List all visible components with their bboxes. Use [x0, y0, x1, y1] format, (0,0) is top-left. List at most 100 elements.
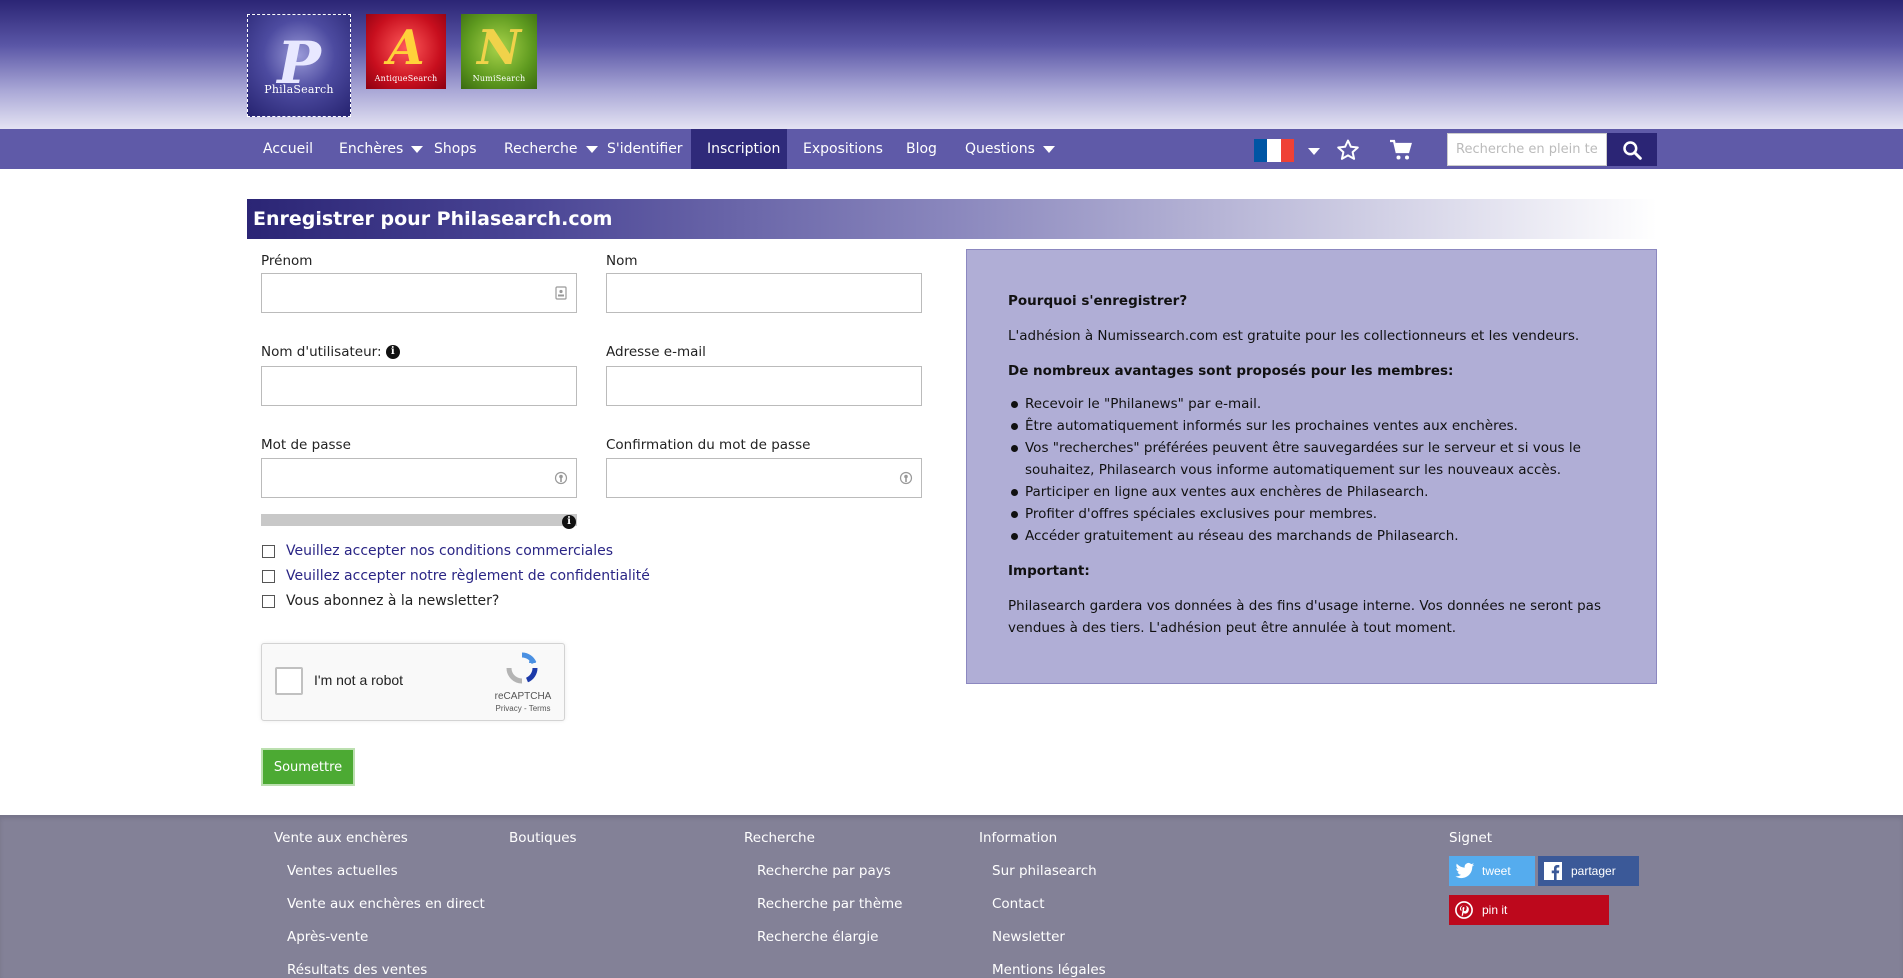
footer-heading-shops[interactable]: Boutiques [509, 830, 577, 863]
footer-link-legal[interactable]: Mentions légales [979, 962, 1106, 978]
info-icon[interactable]: i [385, 345, 400, 359]
footer-col-auctions: Vente aux enchères Ventes actuelles Vent… [274, 830, 485, 978]
nav-item-label: S'identifier [607, 141, 683, 157]
terms-link[interactable]: Veuillez accepter nos conditions commerc… [286, 543, 613, 559]
cart-icon[interactable] [1388, 138, 1414, 162]
numisearch-logo-text: NumiSearch [472, 74, 526, 83]
recaptcha-privacy-terms-links[interactable]: Privacy - Terms [490, 704, 556, 713]
nav-item-blog[interactable]: Blog [890, 129, 953, 169]
why-register-heading: Pourquoi s'enregistrer? [1008, 290, 1616, 312]
nav-item-inscription[interactable]: Inscription [691, 129, 787, 169]
antiquesearch-logo-text: AntiqueSearch [374, 74, 438, 83]
benefits-heading: De nombreux avantages sont proposés pour… [1008, 360, 1616, 382]
footer-link-after-sale[interactable]: Après-vente [274, 929, 485, 962]
footer-link-search-country[interactable]: Recherche par pays [744, 863, 903, 896]
terms-checkbox[interactable] [262, 545, 275, 558]
benefit-item: Vos "recherches" préférées peuvent être … [1008, 437, 1616, 481]
username-field[interactable] [261, 366, 577, 406]
email-field[interactable] [606, 366, 922, 406]
last-name-label: Nom [606, 253, 638, 269]
contact-card-icon [555, 286, 567, 300]
nav-item-label: Recherche [504, 141, 578, 157]
search-input[interactable] [1447, 133, 1607, 166]
submit-button[interactable]: Soumettre [261, 748, 355, 786]
nav-item-label: Questions [965, 141, 1035, 157]
numisearch-logo-glyph: N [477, 20, 521, 76]
email-label: Adresse e-mail [606, 344, 706, 360]
flag-stripe-white [1267, 139, 1281, 162]
nav-item-sidentifier[interactable]: S'identifier [591, 129, 699, 169]
important-heading: Important: [1008, 560, 1616, 582]
privacy-link[interactable]: Veuillez accepter notre règlement de con… [286, 568, 650, 584]
pinterest-label: pin it [1482, 903, 1508, 917]
footer-link-about[interactable]: Sur philasearch [979, 863, 1106, 896]
site-footer: Vente aux enchères Ventes actuelles Vent… [0, 815, 1903, 978]
benefit-item: Être automatiquement informés sur les pr… [1008, 415, 1616, 437]
language-chevron-down-icon[interactable] [1308, 148, 1320, 155]
footer-link-contact[interactable]: Contact [979, 896, 1106, 929]
footer-col-search: Recherche Recherche par pays Recherche p… [744, 830, 903, 962]
recaptcha-brand: reCAPTCHA [494, 691, 552, 702]
nav-item-shops[interactable]: Shops [418, 129, 493, 169]
nav-item-label: Inscription [707, 141, 781, 157]
password-strength-bar [261, 514, 577, 526]
password-strength-info-icon[interactable]: i [562, 515, 576, 529]
footer-col-shops: Boutiques [509, 830, 577, 863]
tweet-label: tweet [1482, 864, 1511, 878]
antiquesearch-logo[interactable]: A AntiqueSearch [366, 14, 446, 89]
recaptcha-logo-icon [506, 652, 538, 684]
membership-intro: L'adhésion à Numissearch.com est gratuit… [1008, 328, 1580, 344]
footer-link-newsletter[interactable]: Newsletter [979, 929, 1106, 962]
nav-item-accueil[interactable]: Accueil [247, 129, 329, 169]
facebook-share-label: partager [1571, 864, 1616, 878]
tweet-button[interactable]: tweet [1449, 856, 1535, 886]
footer-heading-information[interactable]: Information [979, 830, 1106, 863]
footer-heading-search[interactable]: Recherche [744, 830, 903, 863]
benefit-item: Recevoir le "Philanews" par e-mail. [1008, 393, 1616, 415]
antiquesearch-logo-glyph: A [387, 20, 425, 76]
search-icon [1623, 141, 1642, 160]
philasearch-logo[interactable]: P PhilaSearch [247, 14, 351, 117]
recaptcha-label: I'm not a robot [314, 672, 404, 688]
last-name-field[interactable] [606, 273, 922, 313]
password-field[interactable] [261, 458, 577, 498]
footer-link-current-auctions[interactable]: Ventes actuelles [274, 863, 485, 896]
site-header: P PhilaSearch A AntiqueSearch N NumiSear… [0, 0, 1903, 129]
benefits-list: Recevoir le "Philanews" par e-mail. Être… [1008, 393, 1616, 547]
key-icon [554, 471, 568, 485]
footer-link-search-advanced[interactable]: Recherche élargie [744, 929, 903, 962]
footer-heading-auctions[interactable]: Vente aux enchères [274, 830, 485, 863]
important-text: Philasearch gardera vos données à des fi… [1008, 598, 1601, 636]
nav-item-label: Blog [906, 141, 937, 157]
password-confirm-field[interactable] [606, 458, 922, 498]
first-name-field[interactable] [261, 273, 577, 313]
password-confirm-label: Confirmation du mot de passe [606, 437, 811, 453]
facebook-share-button[interactable]: partager [1538, 856, 1639, 886]
pinterest-icon [1455, 901, 1473, 919]
chevron-down-icon [1042, 145, 1055, 153]
footer-link-sale-results[interactable]: Résultats des ventes [274, 962, 485, 978]
nav-item-expositions[interactable]: Expositions [787, 129, 899, 169]
benefit-item: Accéder gratuitement au réseau des march… [1008, 525, 1616, 547]
benefits-heading-text: De nombreux avantages sont proposés pour… [1008, 363, 1454, 379]
benefit-item: Profiter d'offres spéciales exclusives p… [1008, 503, 1616, 525]
flag-stripe-blue [1254, 139, 1268, 162]
privacy-checkbox[interactable] [262, 570, 275, 583]
star-icon[interactable] [1335, 138, 1361, 162]
language-flag-icon[interactable] [1254, 139, 1294, 162]
recaptcha-widget: I'm not a robot reCAPTCHA Privacy - Term… [261, 643, 565, 721]
footer-link-live-auctions[interactable]: Vente aux enchères en direct [274, 896, 485, 929]
newsletter-checkbox[interactable] [262, 595, 275, 608]
page-title: Enregistrer pour Philasearch.com [247, 199, 1657, 239]
footer-col-information: Information Sur philasearch Contact News… [979, 830, 1106, 978]
nav-item-label: Accueil [263, 141, 313, 157]
footer-link-search-theme[interactable]: Recherche par thème [744, 896, 903, 929]
pinterest-button[interactable]: pin it [1449, 895, 1609, 925]
nav-item-label: Shops [434, 141, 477, 157]
nav-item-label: Expositions [803, 141, 883, 157]
important-heading-text: Important: [1008, 563, 1090, 579]
recaptcha-checkbox[interactable] [275, 667, 303, 695]
numisearch-logo[interactable]: N NumiSearch [461, 14, 537, 89]
search-button[interactable] [1607, 133, 1657, 166]
nav-item-questions[interactable]: Questions [949, 129, 1071, 169]
